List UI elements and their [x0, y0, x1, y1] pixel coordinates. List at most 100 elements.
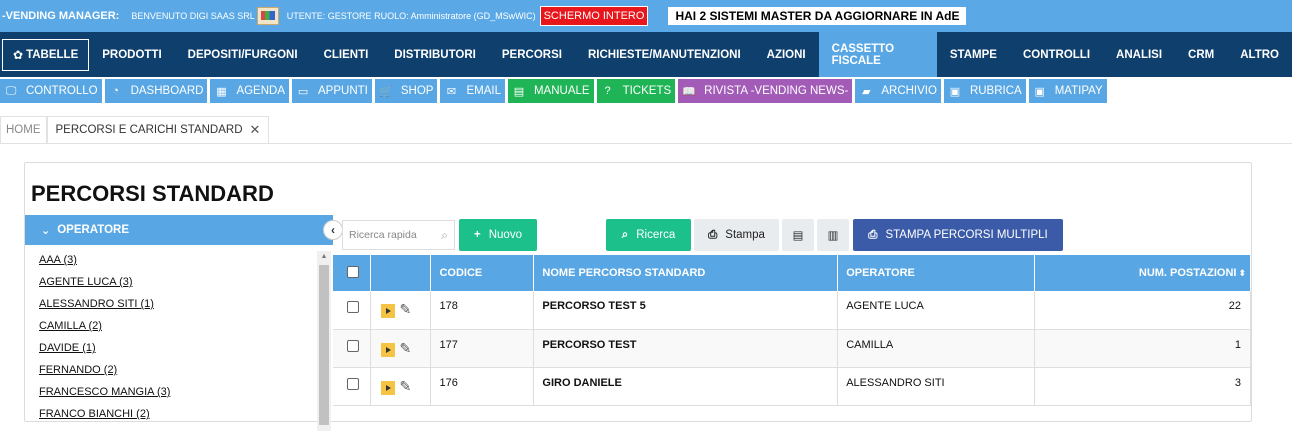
shortcut-archivio[interactable]: ▰ ARCHIVIO: [855, 79, 941, 103]
search-icon: ⌕: [441, 228, 448, 242]
operator-item[interactable]: FRANCO BIANCHI (2): [25, 403, 317, 425]
name-cell: PERCORSO TEST 5: [533, 291, 839, 330]
shortcut-appunti[interactable]: ▭ APPUNTI: [292, 79, 372, 103]
play-icon[interactable]: [381, 342, 396, 357]
open-book-icon: 📖: [682, 85, 696, 98]
shortcut-rivista[interactable]: 📖 RIVISTA -VENDING NEWS-: [678, 79, 853, 103]
nav-item-percorsi[interactable]: PERCORSI: [489, 32, 575, 77]
play-icon[interactable]: [381, 304, 396, 318]
operator-cell: CAMILLA: [837, 329, 1036, 368]
export-excel-button[interactable]: ▥: [817, 219, 849, 251]
operator-scrollbar[interactable]: ▲: [317, 251, 331, 431]
sort-icon[interactable]: ⬍: [1238, 268, 1246, 278]
shortcut-tickets[interactable]: ? TICKETS: [596, 79, 676, 103]
nav-item-stampe[interactable]: STAMPE: [937, 32, 1010, 77]
operator-header[interactable]: ⌄ OPERATORE: [25, 215, 333, 245]
shortcut-matipay[interactable]: ▣ MATIPAY: [1028, 79, 1107, 103]
help-icon: ?: [604, 85, 611, 97]
stations-cell: 1: [1034, 329, 1251, 368]
top-info-bar: -VENDING MANAGER: BENVENUTO DIGI SAAS SR…: [0, 0, 1292, 32]
operator-item[interactable]: CAMILLA (2): [25, 315, 317, 337]
operator-item[interactable]: DAVIDE (1): [25, 337, 317, 359]
shortcut-rubrica[interactable]: ▣ RUBRICA: [943, 79, 1026, 103]
operator-item[interactable]: AGENTE LUCA (3): [25, 271, 317, 293]
nav-item-altro[interactable]: ALTRO: [1227, 32, 1292, 77]
monitor-icon: 🖵: [5, 84, 17, 97]
shortcut-shop[interactable]: 🛒 SHOP: [374, 79, 438, 103]
plus-icon: +: [474, 229, 481, 241]
book-icon: ▤: [513, 85, 525, 98]
chevron-left-icon: ‹: [331, 223, 335, 237]
nav-item-prodotti[interactable]: PRODOTTI: [89, 32, 174, 77]
print-button[interactable]: ⎙ Stampa: [694, 219, 779, 251]
column-header-num-postazioni[interactable]: NUM. POSTAZIONI ⬍: [1034, 255, 1251, 291]
export-pdf-button[interactable]: ▤: [782, 219, 814, 251]
shortcut-email[interactable]: ✉ EMAIL: [440, 79, 505, 103]
operator-item[interactable]: FRANCESCO MANGIA (3): [25, 381, 317, 403]
nav-item-cassetto-fiscale[interactable]: CASSETTO FISCALE: [818, 32, 937, 77]
nav-item-depositi-furgoni[interactable]: DEPOSITI/FURGONI: [175, 32, 311, 77]
close-icon[interactable]: ✕: [250, 122, 261, 138]
scroll-up-icon[interactable]: ▲: [317, 251, 331, 263]
operator-item[interactable]: ALESSANDRO SITI (1): [25, 293, 317, 315]
app-title: -VENDING MANAGER:: [2, 10, 120, 22]
nav-item-richieste-manutenzioni[interactable]: RICHIESTE/MANUTENZIONI: [575, 32, 754, 77]
operator-rows: AAA (3) AGENTE LUCA (3) ALESSANDRO SITI …: [25, 249, 317, 425]
column-header-codice[interactable]: CODICE: [430, 255, 535, 291]
nav-item-analisi[interactable]: ANALISI: [1103, 32, 1175, 77]
printer-icon: ⎙: [868, 228, 878, 241]
nav-item-tabelle[interactable]: ✿ TABELLE: [2, 38, 90, 71]
edit-icon[interactable]: ✎: [399, 378, 411, 395]
operator-item[interactable]: FERNANDO (2): [25, 359, 317, 381]
welcome-text: BENVENUTO DIGI SAAS SRL: [131, 11, 255, 21]
scrollbar-thumb[interactable]: [319, 265, 329, 425]
nav-item-distributori[interactable]: DISTRIBUTORI: [381, 32, 489, 77]
row-checkbox[interactable]: [347, 301, 359, 313]
column-header-operatore[interactable]: OPERATORE: [837, 255, 1036, 291]
new-button[interactable]: + Nuovo: [459, 219, 537, 251]
edit-icon[interactable]: ✎: [399, 301, 411, 318]
search-button[interactable]: ⌕ Ricerca: [606, 219, 691, 251]
quick-search-input[interactable]: Ricerca rapida ⌕: [342, 220, 455, 250]
nav-item-crm[interactable]: CRM: [1175, 32, 1227, 77]
shortcut-manuale[interactable]: ▤ MANUALE: [507, 79, 594, 103]
fullscreen-button[interactable]: SCHERMO INTERO: [539, 6, 649, 26]
shortcut-bar: 🖵 CONTROLLO ◔ DASHBOARD ▦ AGENDA ▭ APPUNTI 🛒…: [0, 79, 1107, 103]
printer-icon: ⎙: [708, 228, 718, 241]
table-header-row: CODICE NOME PERCORSO STANDARD OPERATORE …: [333, 255, 1251, 291]
nav-item-azioni[interactable]: AZIONI: [754, 32, 819, 77]
shortcut-dashboard[interactable]: ◔ DASHBOARD: [104, 79, 208, 103]
user-info: UTENTE: GESTORE RUOLO: Amministratore (G…: [286, 11, 536, 21]
stations-cell: 3: [1034, 367, 1251, 406]
main-navigation: ✿ TABELLE PRODOTTI DEPOSITI/FURGONI CLIEN…: [0, 32, 1292, 77]
operator-cell: ALESSANDRO SITI: [837, 367, 1036, 406]
code-cell: 176: [430, 367, 535, 406]
operator-item[interactable]: AAA (3): [25, 249, 317, 271]
table-row: ✎ 178 PERCORSO TEST 5 AGENTE LUCA 22: [333, 291, 1251, 330]
excel-file-icon: ▥: [827, 230, 839, 242]
operator-list: ⌄ OPERATORE AAA (3) AGENTE LUCA (3) ALESS…: [25, 215, 333, 431]
select-all-checkbox[interactable]: [347, 266, 359, 278]
contact-card-icon: ▣: [1034, 85, 1045, 98]
nav-item-controlli[interactable]: CONTROLLI: [1010, 32, 1103, 77]
folder-icon: ▰: [862, 85, 871, 98]
play-icon[interactable]: [381, 380, 396, 395]
shortcut-controllo[interactable]: 🖵 CONTROLLO: [0, 79, 102, 103]
calendar-icon: ▦: [216, 85, 227, 98]
tab-home[interactable]: HOME: [0, 116, 47, 143]
clipboard-icon: ▭: [297, 85, 309, 98]
master-systems-alert[interactable]: HAI 2 SISTEMI MASTER DA AGGIORNARE IN Ad…: [668, 7, 967, 25]
collapse-sidebar-button[interactable]: ‹: [323, 220, 343, 240]
column-header-nome[interactable]: NOME PERCORSO STANDARD: [533, 255, 839, 291]
nav-item-clienti[interactable]: CLIENTI: [311, 32, 382, 77]
shortcut-agenda[interactable]: ▦ AGENDA: [210, 79, 290, 103]
row-actions-cell: ✎: [370, 291, 432, 330]
name-cell: PERCORSO TEST: [533, 329, 839, 368]
envelope-icon: ✉: [446, 85, 457, 98]
tab-percorsi-carichi-standard[interactable]: PERCORSI E CARICHI STANDARD ✕: [46, 116, 270, 143]
row-checkbox[interactable]: [347, 339, 359, 352]
multi-print-button[interactable]: ⎙ STAMPA PERCORSI MULTIPLI: [853, 219, 1063, 251]
gear-icon: ✿: [13, 47, 24, 62]
edit-icon[interactable]: ✎: [399, 340, 411, 357]
row-checkbox[interactable]: [347, 377, 359, 390]
